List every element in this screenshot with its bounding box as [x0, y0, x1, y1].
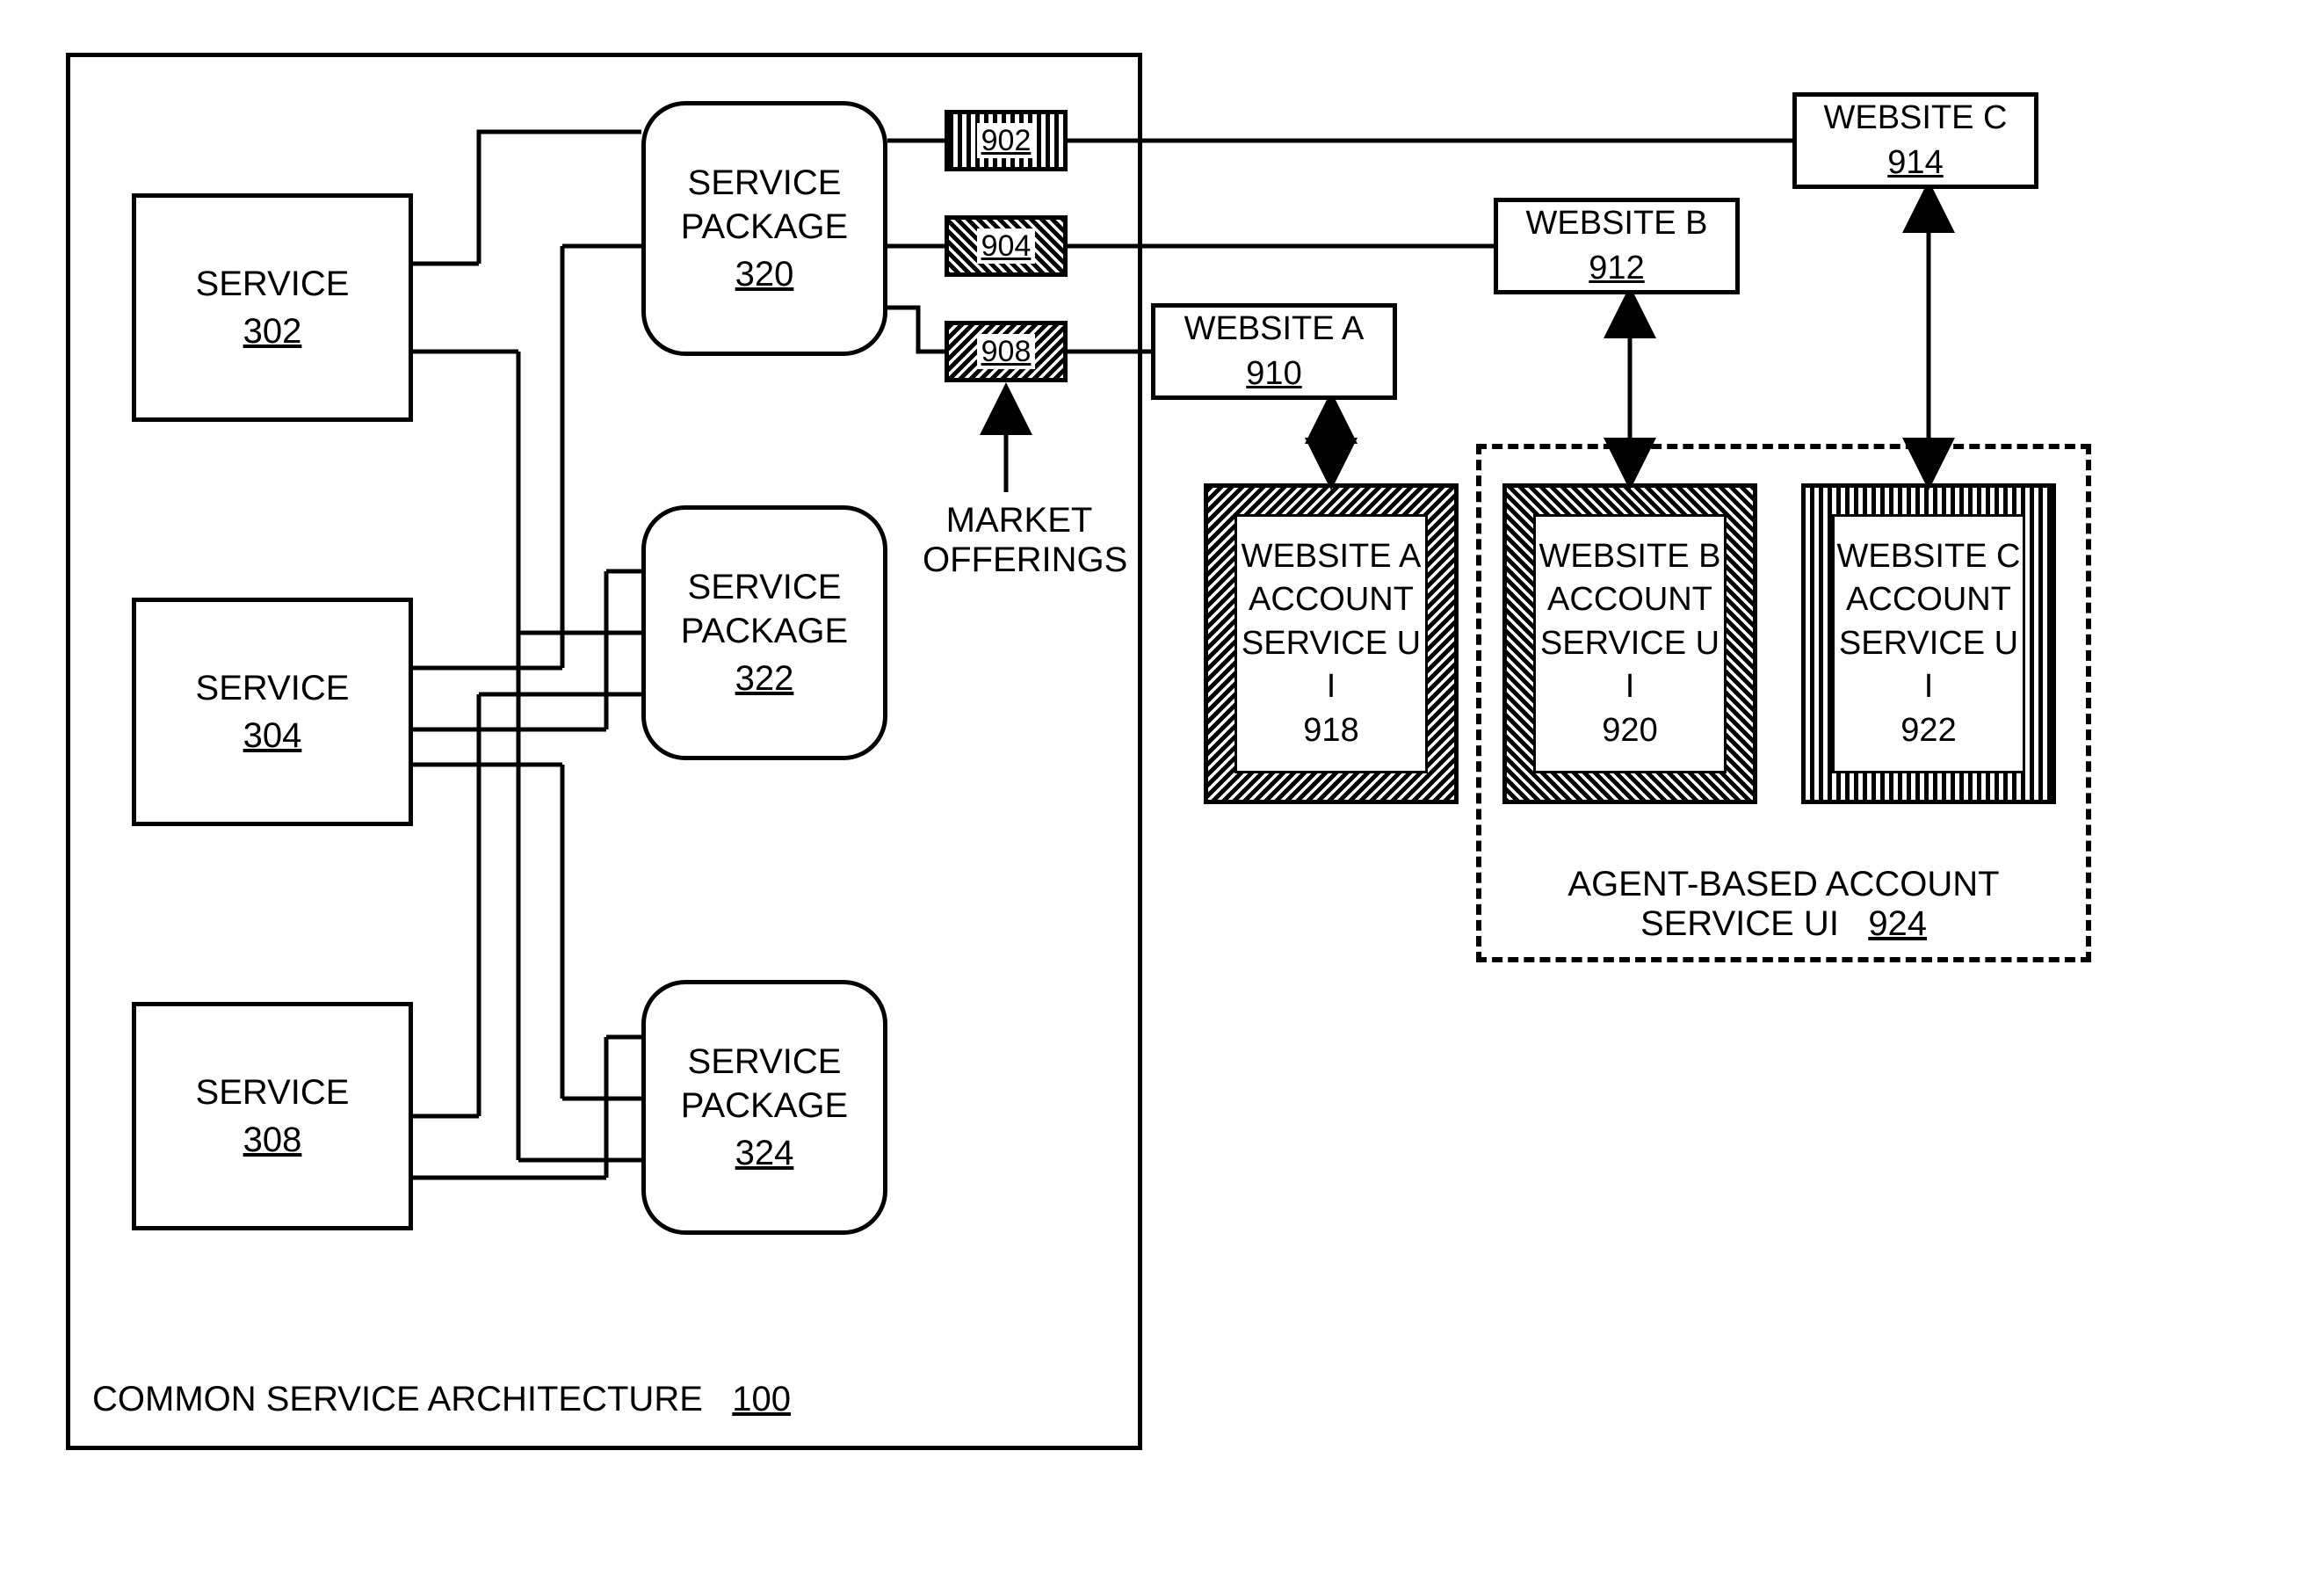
package-label-1: SERVICE: [688, 1040, 842, 1084]
website-a: WEBSITE A 910: [1151, 303, 1397, 400]
diagram-canvas: COMMON SERVICE ARCHITECTURE 100 SERVICE …: [0, 0, 2324, 1596]
package-label-2: PACKAGE: [681, 1084, 848, 1128]
ui-l2: ACCOUNT: [1249, 578, 1414, 621]
offering-908: 908: [945, 321, 1068, 382]
service-ref: 302: [243, 309, 302, 353]
website-label: WEBSITE A: [1184, 308, 1365, 351]
package-324: SERVICE PACKAGE 324: [641, 980, 887, 1235]
agent-l1: AGENT-BASED ACCOUNT: [1567, 865, 1999, 903]
offering-ref: 908: [981, 335, 1032, 369]
service-304: SERVICE 304: [132, 598, 413, 826]
package-320: SERVICE PACKAGE 320: [641, 101, 887, 356]
package-ref: 320: [735, 252, 794, 296]
market-offerings-l2: OFFERINGS: [923, 540, 1116, 580]
service-ref: 304: [243, 714, 302, 758]
architecture-ref: 100: [732, 1380, 791, 1418]
market-offerings-l1: MARKET: [923, 501, 1116, 540]
architecture-label-text: COMMON SERVICE ARCHITECTURE: [92, 1380, 703, 1418]
website-ref: 912: [1589, 248, 1644, 290]
service-302: SERVICE 302: [132, 193, 413, 422]
service-ref: 308: [243, 1118, 302, 1162]
ui-ref: 918: [1303, 709, 1358, 752]
ui-918: WEBSITE A ACCOUNT SERVICE U I 918: [1204, 483, 1459, 804]
package-label-2: PACKAGE: [681, 205, 848, 249]
market-offerings-label: MARKET OFFERINGS: [923, 501, 1116, 580]
service-label: SERVICE: [196, 666, 350, 710]
ui-l1: WEBSITE A: [1242, 535, 1422, 578]
website-c: WEBSITE C 914: [1792, 92, 2038, 189]
package-label-1: SERVICE: [688, 161, 842, 205]
website-ref: 910: [1246, 353, 1301, 395]
website-label: WEBSITE C: [1823, 98, 2007, 140]
agent-box: AGENT-BASED ACCOUNT SERVICE UI 924: [1476, 444, 2091, 962]
offering-ref: 902: [981, 124, 1032, 158]
website-label: WEBSITE B: [1526, 203, 1708, 245]
offering-902: 902: [945, 110, 1068, 171]
offering-904: 904: [945, 215, 1068, 277]
package-ref: 322: [735, 657, 794, 700]
ui-l3: SERVICE U I: [1237, 622, 1425, 709]
package-ref: 324: [735, 1131, 794, 1175]
service-label: SERVICE: [196, 1070, 350, 1114]
website-b: WEBSITE B 912: [1494, 198, 1740, 294]
offering-ref: 904: [981, 229, 1032, 264]
service-308: SERVICE 308: [132, 1002, 413, 1230]
package-label-2: PACKAGE: [681, 609, 848, 653]
package-322: SERVICE PACKAGE 322: [641, 505, 887, 760]
package-label-1: SERVICE: [688, 565, 842, 609]
website-ref: 914: [1887, 142, 1943, 185]
agent-ref: 924: [1868, 904, 1927, 943]
architecture-label: COMMON SERVICE ARCHITECTURE 100: [92, 1380, 791, 1419]
agent-l2: SERVICE UI: [1640, 904, 1839, 943]
service-label: SERVICE: [196, 262, 350, 306]
